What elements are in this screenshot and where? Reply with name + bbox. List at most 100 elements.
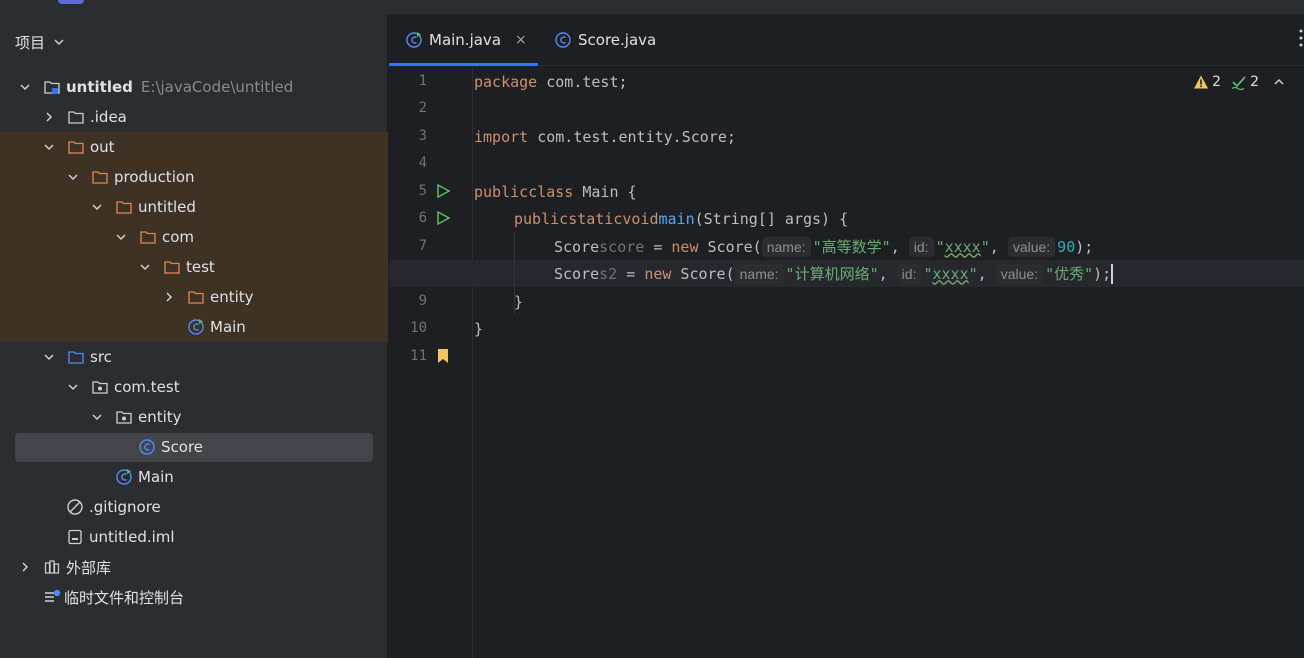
type-name: Score (554, 237, 600, 256)
tree-item-label: com (162, 228, 195, 246)
code-text: Score( (671, 264, 735, 283)
tab-label: Main.java (429, 31, 502, 49)
tree-item-label: entity (210, 288, 254, 306)
code-line-6: public static void main (String[] args) { (514, 205, 848, 232)
tree-item-production[interactable]: production (0, 162, 388, 192)
string-quote: " (968, 264, 978, 283)
code-text: com.test.entity.Score; (528, 127, 736, 146)
code-text: = (644, 237, 672, 256)
code-line-9: } (514, 288, 523, 315)
tab-main-java[interactable]: Main.java × (405, 14, 527, 66)
editor: Main.java × Score.java 1 2 3 4 5 6 7 8 9… (389, 14, 1304, 658)
chevron-down-icon[interactable] (91, 201, 103, 213)
tree-item-label: untitled.iml (89, 528, 175, 546)
line-number: 11 (410, 348, 427, 364)
chevron-down-icon[interactable] (19, 81, 31, 93)
more-vertical-icon[interactable] (1298, 28, 1304, 48)
chevron-down-icon[interactable] (115, 231, 127, 243)
chevron-down-icon[interactable] (43, 351, 55, 363)
project-path: E:\javaCode\untitled (140, 78, 294, 96)
chevron-down-icon[interactable] (53, 36, 65, 48)
chevron-right-icon[interactable] (163, 291, 175, 303)
chevron-down-icon[interactable] (91, 411, 103, 423)
string-literal-typo: xxxx (944, 237, 981, 256)
editor-tab-bar: Main.java × Score.java (389, 14, 1304, 66)
tree-item-label: test (186, 258, 215, 276)
chevron-right-icon[interactable] (19, 561, 31, 573)
tree-item-untitled-output[interactable]: untitled (0, 192, 388, 222)
code-area[interactable]: package com.test; import com.test.entity… (389, 67, 1304, 658)
project-panel-header[interactable]: 项目 (0, 14, 387, 70)
tree-item-out[interactable]: out (0, 132, 388, 162)
source-folder-icon (68, 351, 84, 364)
java-class-icon (139, 439, 155, 455)
package-icon (116, 411, 132, 424)
unused-variable: s2 (599, 264, 618, 283)
tree-item-entity[interactable]: entity (0, 402, 388, 432)
tree-item-src[interactable]: src (0, 342, 388, 372)
code-line-10: } (474, 315, 483, 342)
tree-item-untitled-root[interactable]: untitled E:\javaCode\untitled (0, 72, 388, 102)
tree-item-gitignore[interactable]: .gitignore (0, 492, 388, 522)
iml-file-icon (68, 529, 82, 545)
tree-item-label: untitled (138, 198, 196, 216)
close-icon[interactable]: × (515, 32, 527, 48)
code-text: com.test; (537, 72, 628, 91)
keyword: new (644, 264, 672, 283)
tree-item-score[interactable]: Score (0, 432, 388, 462)
library-icon (44, 560, 60, 574)
chevron-down-icon[interactable] (139, 261, 151, 273)
tree-item-label: production (114, 168, 195, 186)
tree-item-label: Score (161, 438, 204, 456)
ignore-file-icon (67, 499, 83, 515)
chevron-down-icon[interactable] (67, 381, 79, 393)
tab-score-java[interactable]: Score.java (554, 14, 656, 66)
keyword: public (474, 182, 529, 201)
top-accent (58, 0, 84, 4)
runnable-class-icon (188, 319, 204, 335)
line-number: 9 (418, 293, 427, 309)
excluded-folder-icon (116, 201, 132, 214)
parameter-hint: value: (1007, 236, 1056, 257)
tree-item-label: .idea (90, 108, 127, 126)
run-gutter-icon[interactable] (435, 183, 451, 199)
code-text: } (514, 292, 524, 311)
folder-icon (68, 111, 84, 124)
line-number: 6 (418, 210, 427, 226)
tree-item-label: entity (138, 408, 182, 426)
tree-item-main-output[interactable]: Main (0, 312, 388, 342)
line-number: 5 (418, 183, 427, 199)
type-name: Score (554, 264, 600, 283)
chevron-up-icon[interactable] (1273, 76, 1285, 88)
tree-item-iml[interactable]: untitled.iml (0, 522, 388, 552)
ok-count: 2 (1250, 74, 1259, 90)
tree-item-external-libraries[interactable]: 外部库 (0, 552, 388, 582)
tab-label: Score.java (578, 31, 657, 49)
warning-icon (1194, 75, 1209, 89)
run-gutter-icon[interactable] (435, 210, 451, 226)
tree-item-idea[interactable]: .idea (0, 102, 388, 132)
keyword: void (622, 209, 659, 228)
tree-item-test[interactable]: test (0, 252, 388, 282)
tree-item-label: com.test (114, 378, 180, 396)
string-literal-typo: xxxx (932, 264, 969, 283)
code-text: Score( (698, 237, 762, 256)
parameter-hint: value: (995, 263, 1044, 284)
tree-item-label: .gitignore (89, 498, 161, 516)
tree-item-com-test[interactable]: com.test (0, 372, 388, 402)
line-number: 4 (418, 155, 427, 171)
tree-item-main[interactable]: Main (0, 462, 388, 492)
string-quote: " (980, 237, 990, 256)
tree-item-entity-output[interactable]: entity (0, 282, 388, 312)
excluded-folder-icon (164, 261, 180, 274)
keyword: static (568, 209, 623, 228)
tree-item-com[interactable]: com (0, 222, 388, 252)
tree-item-scratches[interactable]: 临时文件和控制台 (0, 582, 388, 612)
chevron-right-icon[interactable] (43, 111, 55, 123)
chevron-down-icon[interactable] (43, 141, 55, 153)
bookmark-icon[interactable] (435, 348, 451, 364)
inspection-widget[interactable]: 2 2 (1193, 74, 1288, 90)
line-number: 2 (418, 100, 427, 116)
chevron-down-icon[interactable] (67, 171, 79, 183)
tree-item-label: Main (138, 468, 174, 486)
